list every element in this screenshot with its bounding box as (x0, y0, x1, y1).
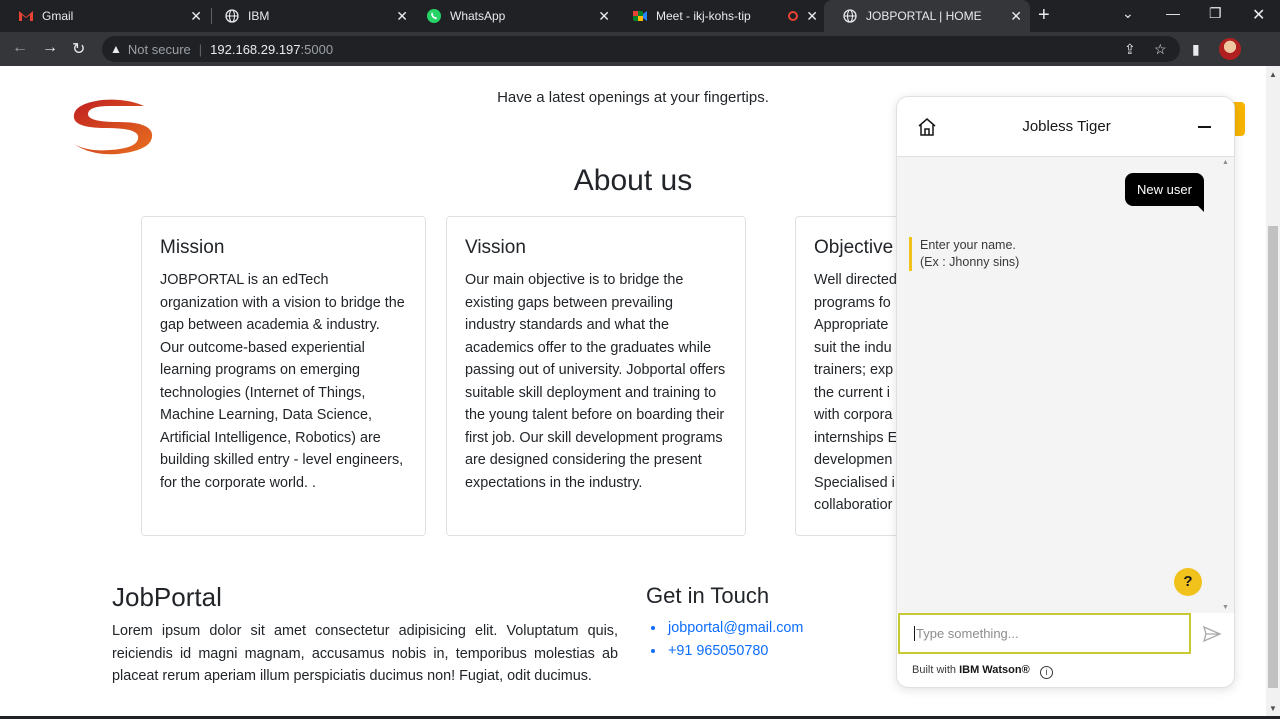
star-icon[interactable]: ☆ (1154, 41, 1167, 58)
info-icon[interactable]: i (1040, 666, 1053, 679)
recording-icon (788, 11, 798, 21)
text-line: developmen (814, 452, 893, 468)
warning-icon: ▲ (110, 42, 122, 56)
divider: | (198, 41, 203, 57)
gmail-icon (18, 8, 34, 24)
avatar[interactable] (1219, 38, 1241, 60)
text-caret (914, 626, 915, 641)
url-port: :5000 (300, 41, 334, 57)
help-button[interactable]: ? (1174, 568, 1202, 596)
bot-message-line: (Ex : Jhonny sins) (920, 255, 1020, 269)
restore-window-icon[interactable]: ❐ (1209, 5, 1222, 22)
contact-list: jobportal@gmail.com +91 965050780 (666, 617, 803, 662)
chat-messages: New user Enter your name. (Ex : Jhonny s… (897, 157, 1234, 613)
text-line: Specialised i (814, 474, 895, 491)
chat-header: Jobless Tiger (897, 97, 1234, 157)
text-line: internships E (814, 429, 898, 446)
tab-meet[interactable]: Meet - ikj-kohs-tip ✕ (614, 0, 826, 32)
sidebar-icon[interactable]: ▮ (1192, 41, 1200, 58)
minimize-icon[interactable] (1198, 126, 1211, 128)
vision-card: Vission Our main objective is to bridge … (446, 216, 746, 536)
card-title: Mission (160, 237, 225, 258)
tab-ibm[interactable]: IBM ✕ (206, 0, 416, 32)
card-title: Vission (465, 237, 526, 258)
forward-arrow-icon[interactable]: → (42, 39, 58, 57)
tab-gmail[interactable]: Gmail ✕ (0, 0, 210, 32)
text-line: suit the indu (814, 339, 892, 356)
globe-icon (842, 8, 858, 24)
browser-tab-bar: Gmail ✕ IBM ✕ WhatsApp ✕ Meet - ikj-kohs… (0, 0, 1280, 32)
whatsapp-icon (426, 8, 442, 24)
tab-label: JOBPORTAL | HOME (866, 9, 982, 23)
close-tab-icon[interactable]: ✕ (598, 8, 610, 25)
new-tab-button[interactable]: + (1038, 4, 1050, 27)
url-host: 192.168.29.197 (210, 41, 301, 57)
chat-title: Jobless Tiger (1022, 118, 1111, 135)
bot-message-line: Enter your name. (920, 238, 1016, 252)
footer-brand-text: Lorem ipsum dolor sit amet consectetur a… (112, 623, 618, 684)
close-window-icon[interactable]: ✕ (1252, 5, 1265, 25)
mission-card: Mission JOBPORTAL is an edTech organizat… (141, 216, 426, 536)
browser-toolbar: ← → ↻ ▲ Not secure | 192.168.29.197 :500… (0, 32, 1280, 66)
globe-icon (224, 8, 240, 24)
card-text: JOBPORTAL is an edTech organization with… (160, 272, 405, 491)
share-icon[interactable]: ⇪ (1124, 41, 1136, 58)
chat-widget: Jobless Tiger New user Enter your name. … (896, 96, 1235, 688)
footer-brand-title: JobPortal (112, 582, 222, 612)
card-text: Our main objective is to bridge the exis… (465, 272, 726, 491)
text-line: trainers; exp (814, 362, 894, 378)
contact-phone-link[interactable]: +91 965050780 (666, 640, 803, 663)
footer-brand: IBM Watson® (959, 664, 1030, 676)
contact-title: Get in Touch (646, 583, 770, 608)
close-tab-icon[interactable]: ✕ (190, 8, 202, 25)
text-line: Appropriate (814, 317, 889, 333)
scroll-up-icon[interactable]: ▲ (1269, 70, 1277, 79)
scroll-down-icon[interactable]: ▼ (1269, 704, 1277, 713)
close-tab-icon[interactable]: ✕ (806, 8, 818, 25)
tab-whatsapp[interactable]: WhatsApp ✕ (408, 0, 618, 32)
scroll-up-icon[interactable]: ▲ (1222, 159, 1229, 166)
reload-icon[interactable]: ↻ (72, 39, 85, 59)
text-line: the current i (814, 384, 890, 401)
scrollbar-thumb[interactable] (1268, 226, 1278, 688)
chat-message-input[interactable]: Type something... (898, 613, 1191, 654)
close-tab-icon[interactable]: ✕ (396, 8, 408, 25)
contact-email-link[interactable]: jobportal@gmail.com (666, 617, 803, 640)
send-icon[interactable] (1202, 625, 1222, 643)
chat-scrollbar[interactable]: ▲ ▼ (1221, 157, 1231, 613)
minimize-window-icon[interactable]: — (1166, 5, 1180, 21)
address-bar[interactable]: ▲ Not secure | 192.168.29.197 :5000 (102, 36, 1180, 62)
close-tab-icon[interactable]: ✕ (1010, 8, 1022, 25)
bot-message: Enter your name. (Ex : Jhonny sins) (909, 237, 1019, 271)
back-arrow-icon[interactable]: ← (12, 39, 28, 57)
security-status: Not secure (127, 41, 191, 57)
tab-label: IBM (248, 9, 270, 23)
tab-jobportal[interactable]: JOBPORTAL | HOME ✕ (824, 0, 1030, 32)
text-line: collaboratior (814, 497, 893, 513)
chat-footer: Built with IBM Watson® (912, 664, 1030, 676)
footer-prefix: Built with (912, 664, 960, 676)
chevron-down-icon[interactable]: ⌄ (1122, 5, 1134, 22)
tab-label: WhatsApp (450, 9, 506, 23)
text-line: Well directed (814, 272, 897, 288)
page-scrollbar[interactable]: ▲ ▼ (1266, 66, 1280, 719)
scroll-down-icon[interactable]: ▼ (1222, 604, 1229, 611)
text-line: with corpora (814, 407, 893, 423)
meet-icon (632, 8, 648, 24)
user-message: New user (1125, 173, 1204, 212)
input-placeholder: Type something... (916, 626, 1019, 641)
tab-label: Meet - ikj-kohs-tip (656, 9, 751, 23)
tab-label: Gmail (42, 9, 74, 23)
text-line: programs fo (814, 294, 891, 311)
